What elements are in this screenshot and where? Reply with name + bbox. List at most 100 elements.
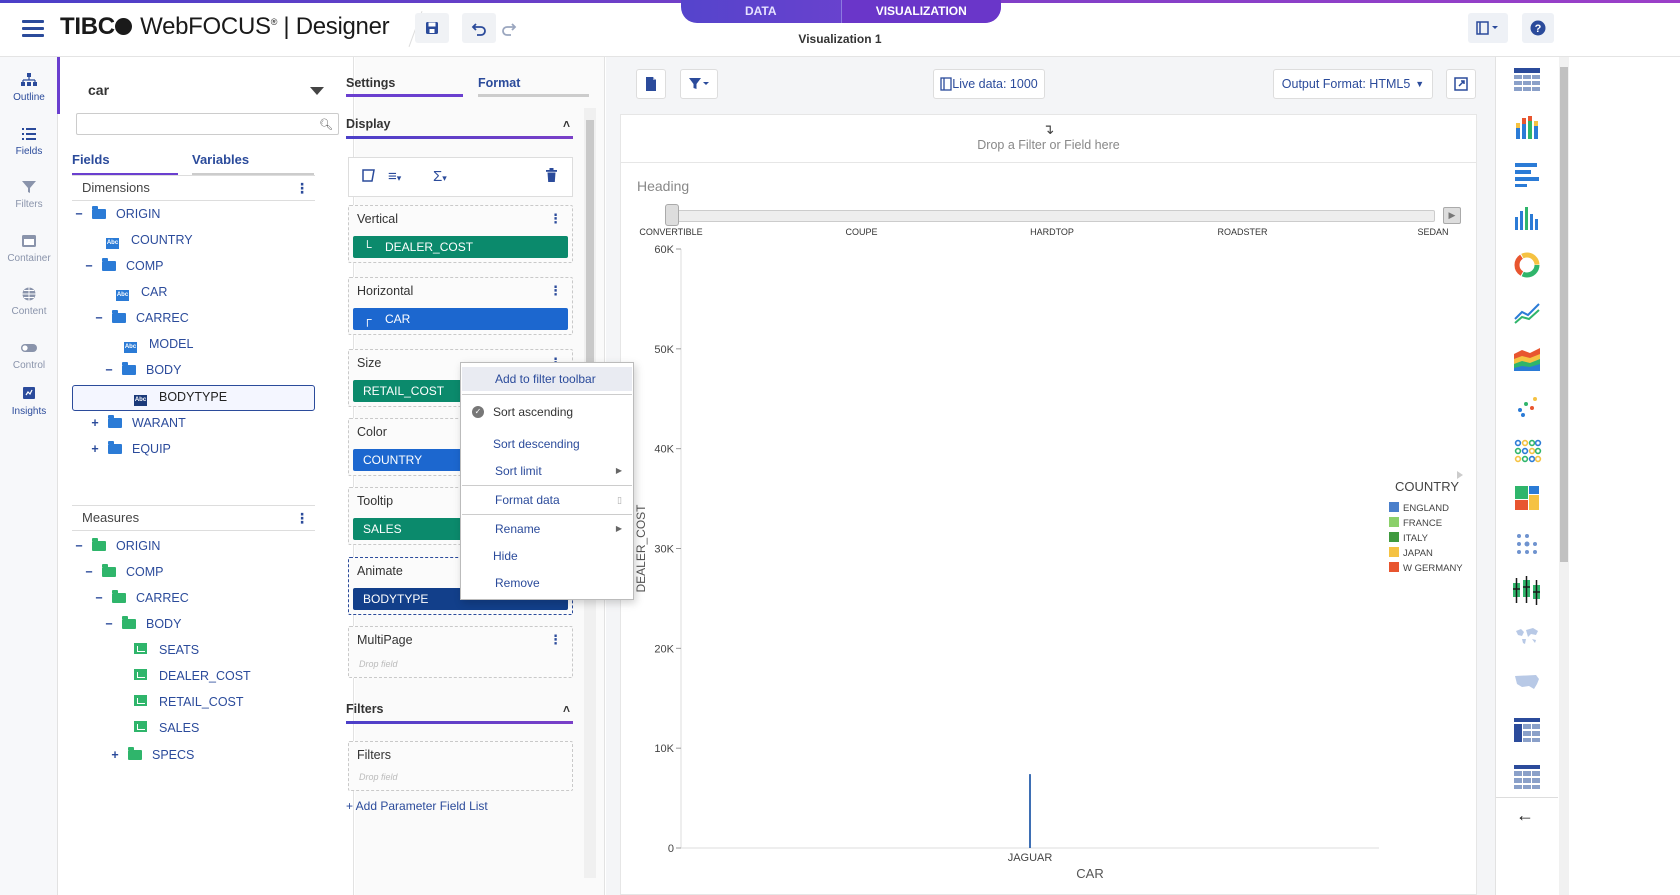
tab-data[interactable]: DATA [681,0,841,23]
play-icon[interactable]: ▶ [1443,207,1461,224]
filters-header[interactable]: Filters ˄ [346,702,573,716]
layout-toggle-icon[interactable] [1468,13,1508,43]
area-chart-icon[interactable] [1512,344,1542,374]
visualization-title[interactable]: Visualization 1 [700,32,980,46]
menu-sort-descending[interactable]: Sort descending [462,432,632,456]
measure-item[interactable]: − BODY [102,611,181,637]
measures-menu-icon[interactable]: ⋮ [295,506,309,530]
redo-icon[interactable] [492,13,526,43]
collapse-icon[interactable]: − [82,559,96,585]
tab-format[interactable]: Format [478,76,520,90]
menu-format-data[interactable]: Format data ▯ [462,488,632,512]
undo-icon[interactable] [462,13,496,43]
line-chart-icon[interactable] [1512,297,1542,327]
datasource-dropdown-icon[interactable] [310,87,324,95]
display-header[interactable]: Display ˄ [346,117,573,131]
bucket-menu-icon[interactable]: ⋮ [549,632,562,648]
dimension-item[interactable]: + WARANT [88,410,186,436]
stacked-bar-chart-icon[interactable] [1512,112,1542,142]
animate-slider-track[interactable] [671,210,1435,222]
measure-item[interactable]: SALES [134,715,199,741]
collapse-filters-icon[interactable]: ˄ [563,702,570,716]
rail-fields[interactable]: Fields [0,126,58,157]
collapse-icon[interactable]: − [102,611,116,637]
rail-insights[interactable]: Insights [0,386,58,417]
help-icon[interactable]: ? [1522,13,1554,43]
rail-container[interactable]: Container [0,233,58,264]
rail-outline[interactable]: Outline [0,72,58,103]
rail-control[interactable]: Control [0,340,58,371]
dimension-item[interactable]: − CARREC [92,305,189,331]
collapse-icon[interactable]: − [82,253,96,279]
expand-icon[interactable] [1446,69,1476,99]
rail-content[interactable]: Content [0,286,58,317]
measure-item[interactable]: SEATS [134,637,199,663]
chart-heading[interactable]: Heading [637,178,689,194]
collapse-display-icon[interactable]: ˄ [563,117,570,131]
field-pill[interactable]: ┌ CAR [353,308,568,330]
report-table-icon[interactable] [1512,762,1542,792]
menu-remove[interactable]: Remove [462,571,632,595]
dimension-item[interactable]: Abc CAR [116,279,167,305]
menu-add-to-filter-toolbar[interactable]: Add to filter toolbar [462,367,632,391]
save-icon[interactable] [415,13,449,43]
tab-settings[interactable]: Settings [346,76,395,90]
bucket-vertical[interactable]: Vertical ⋮ └ DEALER_COST [348,205,573,263]
search-icon[interactable]: 🔍︎ [319,118,333,131]
menu-sort-ascending[interactable]: ✓ Sort ascending [462,400,632,424]
output-format-select[interactable]: Output Format: HTML5 ▼ [1273,69,1433,99]
tab-fields[interactable]: Fields [72,152,110,173]
dimension-item[interactable]: Abc BODYTYPE [134,384,227,410]
world-map-chart-icon[interactable] [1512,621,1542,651]
pivot-table-icon[interactable] [1512,715,1542,745]
dot-matrix-chart-icon[interactable] [1512,529,1542,559]
bucket-menu-icon[interactable]: ⋮ [549,283,562,299]
dimension-item[interactable]: Abc MODEL [124,331,193,357]
chart-type-icon[interactable] [361,168,376,187]
bucket-horizontal[interactable]: Horizontal ⋮ ┌ CAR [348,277,573,335]
palette-scrollbar-thumb[interactable] [1560,67,1568,562]
dimension-item[interactable]: Abc COUNTRY [106,227,193,253]
add-parameter-link[interactable]: + Add Parameter Field List [346,799,488,813]
menu-sort-limit[interactable]: Sort limit ▶ [462,459,632,483]
table-chart-icon[interactable] [1512,65,1542,95]
delete-icon[interactable] [545,168,558,187]
hamburger-menu-icon[interactable] [22,20,44,37]
dimension-item[interactable]: − COMP [82,253,164,279]
filter-drop-zone[interactable]: ↴ Drop a Filter or Field here [621,115,1476,163]
collapse-icon[interactable]: − [72,533,86,559]
measure-item[interactable]: + SPECS [108,742,194,768]
bucket-menu-icon[interactable]: ⋮ [549,211,562,227]
new-page-icon[interactable] [636,69,666,99]
bucket-multipage[interactable]: MultiPage ⋮ Drop field [348,626,573,678]
horizontal-bar-chart-icon[interactable] [1512,159,1542,189]
ring-pie-chart-icon[interactable] [1512,250,1542,280]
expand-icon[interactable]: + [108,742,122,768]
tab-visualization[interactable]: VISUALIZATION [841,0,1001,23]
vertical-bar-chart-icon[interactable] [1512,203,1542,233]
menu-hide[interactable]: Hide [462,544,632,568]
measure-item[interactable]: − CARREC [92,585,189,611]
bubble-matrix-chart-icon[interactable] [1512,436,1542,466]
expand-icon[interactable]: + [88,410,102,436]
collapse-icon[interactable]: − [102,357,116,383]
collapse-palette-icon[interactable]: ← [1516,805,1534,826]
filter-dropdown-icon[interactable] [680,69,718,99]
collapse-icon[interactable]: − [92,305,106,331]
field-pill[interactable]: └ DEALER_COST [353,236,568,258]
bucket-filters[interactable]: Filters Drop field [348,741,573,791]
box-plot-chart-icon[interactable] [1510,574,1544,608]
dimension-item[interactable]: − BODY [102,357,181,383]
scatter-chart-icon[interactable] [1512,391,1542,421]
sum-icon[interactable]: Σ▾ [433,168,447,185]
measure-item[interactable]: RETAIL_COST [134,689,244,715]
measure-item[interactable]: − ORIGIN [72,533,160,559]
animate-slider-handle[interactable] [665,204,679,226]
measure-item[interactable]: − COMP [82,559,164,585]
align-icon[interactable]: ≡▾ [388,168,401,185]
dimension-item[interactable]: − ORIGIN [72,201,160,227]
measure-item[interactable]: DEALER_COST [134,663,251,689]
collapse-icon[interactable]: − [72,201,86,227]
palette-scrollbar[interactable] [1559,57,1569,895]
us-map-chart-icon[interactable] [1512,667,1542,697]
